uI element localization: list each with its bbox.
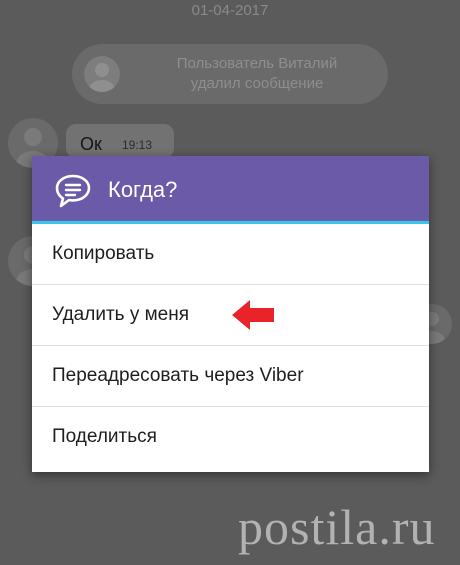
menu-item-share[interactable]: Поделиться [32, 407, 429, 468]
user-avatar-icon [84, 56, 120, 92]
red-arrow-left-icon [232, 300, 274, 330]
menu-item-forward-via-viber[interactable]: Переадресовать через Viber [32, 346, 429, 407]
menu-item-label: Удалить у меня [52, 304, 190, 325]
dialog-title: Когда? [108, 177, 178, 202]
watermark: postila.ru [238, 499, 436, 555]
context-menu-dialog: Когда? Копировать Удалить у меня Переадр… [32, 156, 429, 472]
dialog-header: Когда? [32, 156, 429, 224]
message-time: 19:13 [122, 138, 153, 152]
message-bubble[interactable]: Ок 19:13 [66, 124, 174, 158]
chat-bubble-icon [55, 174, 91, 208]
menu-item-copy[interactable]: Копировать [32, 224, 429, 285]
menu-item-delete-for-me[interactable]: Удалить у меня [32, 285, 429, 346]
system-message-text: Пользователь Виталий удалил сообщение [176, 55, 338, 92]
menu-item-label: Копировать [52, 243, 155, 264]
system-message-bubble: Пользователь Виталий удалил сообщение [72, 44, 388, 104]
chat-date: 01-04-2017 [191, 2, 269, 19]
menu-item-label: Переадресовать через Viber [52, 365, 304, 386]
menu-item-label: Поделиться [52, 426, 157, 447]
message-text: Ок [80, 134, 102, 154]
menu-list: Копировать Удалить у меня Переадресовать… [32, 224, 429, 468]
